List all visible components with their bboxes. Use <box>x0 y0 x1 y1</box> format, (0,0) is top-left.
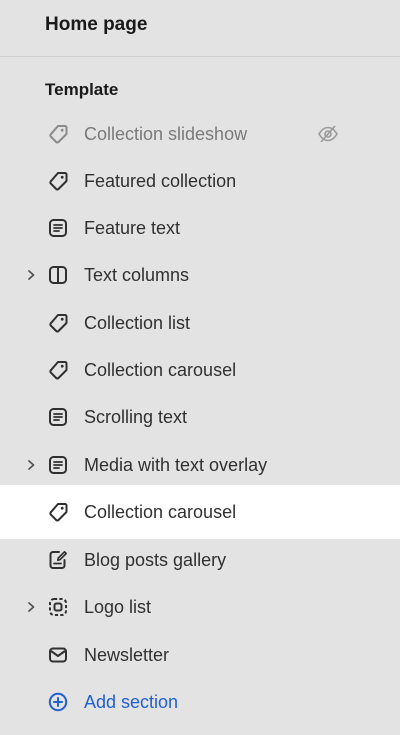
section-item-text-columns[interactable]: Text columns <box>0 251 400 298</box>
text-block-icon <box>49 218 67 237</box>
chevron-right-icon[interactable] <box>25 458 37 472</box>
section-item-label: Text columns <box>84 264 190 285</box>
blog-post-icon <box>49 550 68 569</box>
section-item-label: Collection list <box>84 312 191 333</box>
add-section-button[interactable]: Add section <box>0 678 400 725</box>
section-item-label: Collection carousel <box>84 359 237 380</box>
section-item-collection-slideshow[interactable]: Collection slideshow <box>0 110 400 157</box>
section-item-label: Media with text overlay <box>84 454 268 475</box>
section-item-newsletter[interactable]: Newsletter <box>0 631 400 678</box>
tag-icon <box>49 124 68 143</box>
section-item-label: Collection slideshow <box>84 123 248 144</box>
tag-icon <box>49 171 68 190</box>
columns-icon <box>49 265 67 284</box>
section-item-label: Collection carousel <box>84 502 237 522</box>
section-item-media-with-text-overlay[interactable]: Media with text overlay <box>0 441 400 488</box>
logo-icon <box>49 597 67 616</box>
tag-icon <box>49 360 68 379</box>
section-item-label: Newsletter <box>84 644 170 665</box>
chevron-right-icon[interactable] <box>25 268 37 282</box>
eye-hidden-icon[interactable] <box>316 123 340 145</box>
section-item-label: Logo list <box>84 596 152 617</box>
section-item-collection-carousel-selected[interactable]: Collection carousel <box>0 485 400 539</box>
section-item-label: Blog posts gallery <box>84 549 227 570</box>
envelope-icon <box>49 647 67 662</box>
template-heading: Template <box>45 80 119 99</box>
section-item-collection-carousel[interactable]: Collection carousel <box>0 346 400 393</box>
tag-icon <box>49 313 68 332</box>
tag-icon <box>49 503 68 522</box>
text-block-icon <box>49 455 67 474</box>
section-item-collection-list[interactable]: Collection list <box>0 299 400 346</box>
section-item-label: Featured collection <box>84 170 237 191</box>
section-item-logo-list[interactable]: Logo list <box>0 583 400 630</box>
panel-header: Home page <box>0 0 400 57</box>
section-item-label: Scrolling text <box>84 406 188 427</box>
chevron-right-icon[interactable] <box>25 600 37 614</box>
add-section-label: Add section <box>84 691 179 712</box>
section-item-blog-posts-gallery[interactable]: Blog posts gallery <box>0 536 400 583</box>
text-block-icon <box>49 407 67 426</box>
page-title: Home page <box>45 14 148 35</box>
plus-circle-icon <box>48 692 68 711</box>
section-item-scrolling-text[interactable]: Scrolling text <box>0 393 400 440</box>
section-item-featured-collection[interactable]: Featured collection <box>0 157 400 204</box>
section-item-feature-text[interactable]: Feature text <box>0 204 400 251</box>
section-item-label: Feature text <box>84 217 181 238</box>
